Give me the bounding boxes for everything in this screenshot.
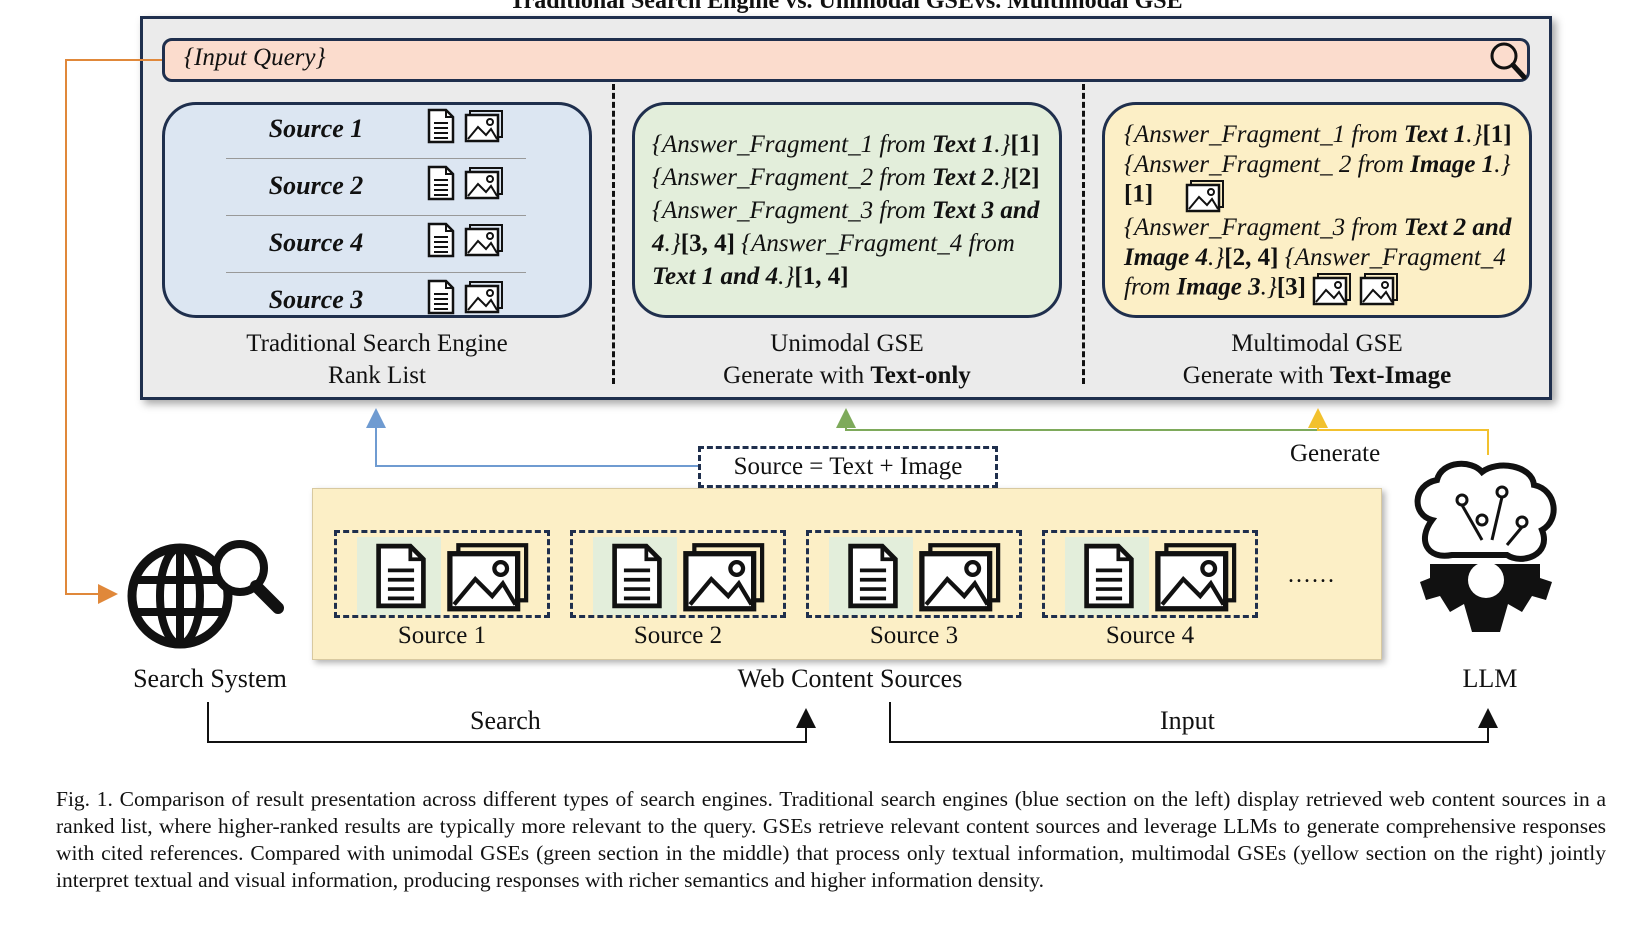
globe-search-icon [127, 540, 284, 649]
input-label: Input [1160, 706, 1215, 735]
search-system-label: Search System [133, 664, 287, 693]
llm-label: LLM [1462, 664, 1518, 693]
traditional-arrow [366, 408, 698, 467]
multimodal-arrow [1308, 408, 1489, 446]
query-arrow [65, 59, 162, 604]
web-content-label: Web Content Sources [737, 664, 963, 693]
figure-caption: Fig. 1. Comparison of result presentatio… [56, 787, 1606, 892]
search-label: Search [470, 706, 541, 735]
llm-brain-icon [1414, 460, 1557, 632]
